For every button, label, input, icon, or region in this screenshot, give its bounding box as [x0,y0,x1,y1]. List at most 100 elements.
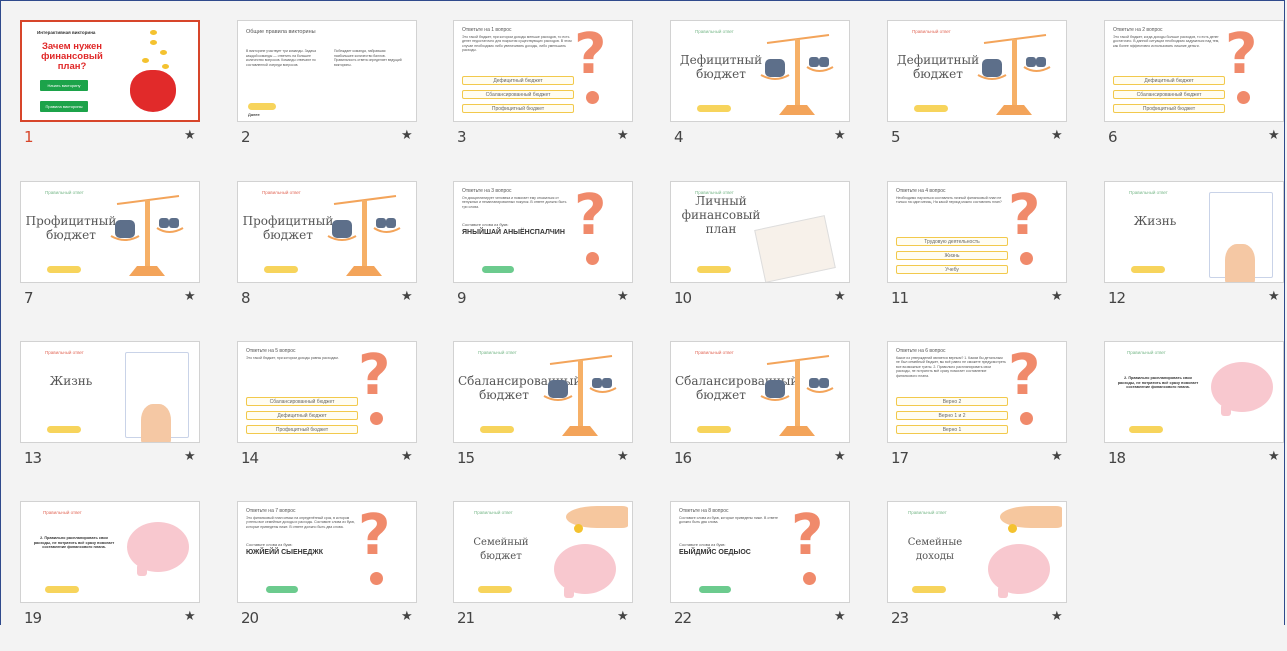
next-button[interactable] [697,266,731,273]
start-quiz-button[interactable]: Начать викторину [40,80,88,91]
slide-thumbnail-18[interactable]: Правильный ответ 2. Правильно распланиров… [1084,341,1284,491]
slide-preview[interactable]: Ответьте на 4 вопрос Необходимо научиться… [887,181,1067,283]
slide-preview[interactable]: Ответьте на 3 вопрос Он дисциплинирует че… [453,181,633,283]
slide-thumbnail-21[interactable]: Правильный ответ Семейный бюджет 21 ★ [433,501,633,651]
slide-thumbnail-9[interactable]: Ответьте на 3 вопрос Он дисциплинирует че… [433,181,633,331]
slide-thumbnail-15[interactable]: Правильный ответ Сбалансированный бюджет 1… [433,341,633,491]
next-button[interactable] [47,426,81,433]
slide-thumbnail-22[interactable]: Ответьте на 8 вопрос Составьте слова из б… [650,501,850,651]
slide-preview[interactable]: Правильный ответ Дефицитный бюджет [887,20,1067,122]
slide-preview[interactable]: Интерактивная викторина Зачем нужен финан… [20,20,200,122]
star-icon[interactable]: ★ [401,127,413,143]
slide-thumbnail-19[interactable]: Правильный ответ 2. Правильно распланиров… [0,501,200,651]
next-button[interactable] [697,105,731,112]
answer-option[interactable]: Сбалансированный бюджет [462,90,574,99]
star-icon[interactable]: ★ [617,127,629,143]
next-button[interactable] [912,586,946,593]
star-icon[interactable]: ★ [617,288,629,304]
slide-preview[interactable]: Правильный ответ Профицитный бюджет [237,181,417,283]
next-button[interactable] [697,426,731,433]
slide-thumbnail-3[interactable]: Ответьте на 1 вопрос Это такой бюджет, пр… [433,20,633,170]
star-icon[interactable]: ★ [1268,288,1280,304]
slide-thumbnail-8[interactable]: Правильный ответ Профицитный бюджет 8 ★ [217,181,417,331]
slide-preview[interactable]: Правильный ответ Жизнь [1104,181,1284,283]
slide-preview[interactable]: Правильный ответ Личный финансовый план [670,181,850,283]
star-icon[interactable]: ★ [617,608,629,624]
star-icon[interactable]: ★ [834,127,846,143]
star-icon[interactable]: ★ [834,448,846,464]
star-icon[interactable]: ★ [401,608,413,624]
slide-thumbnail-2[interactable]: Общие правила викторины В викторине участ… [217,20,417,170]
answer-option[interactable]: Учебу [896,265,1008,274]
slide-thumbnail-11[interactable]: Ответьте на 4 вопрос Необходимо научиться… [867,181,1067,331]
slide-preview[interactable]: Правильный ответ 2. Правильно распланиров… [1104,341,1284,443]
next-button[interactable]: Далее [266,586,298,600]
answer-option[interactable]: Дефицитный бюджет [462,76,574,85]
next-button[interactable] [47,266,81,273]
slide-thumbnail-6[interactable]: Ответьте на 2 вопрос Это такой бюджет, ко… [1084,20,1284,170]
slide-preview[interactable]: Правильный ответ Сбалансированный бюджет [453,341,633,443]
slide-thumbnail-13[interactable]: Правильный ответ Жизнь 13 ★ [0,341,200,491]
star-icon[interactable]: ★ [401,288,413,304]
slide-preview[interactable]: Правильный ответ Семейные доходы [887,501,1067,603]
next-button[interactable] [1129,426,1163,433]
answer-option[interactable]: Дефицитный бюджет [246,411,358,420]
next-button[interactable] [480,426,514,433]
star-icon[interactable]: ★ [401,448,413,464]
star-icon[interactable]: ★ [1051,448,1063,464]
star-icon[interactable]: ★ [184,608,196,624]
slide-preview[interactable]: Ответьте на 5 вопрос Это такой бюджет, пр… [237,341,417,443]
answer-option[interactable]: Дефицитный бюджет [1113,76,1225,85]
next-button[interactable] [914,105,948,112]
slide-preview[interactable]: Правильный ответ Семейный бюджет [453,501,633,603]
slide-preview[interactable]: Ответьте на 6 вопрос Какое из утверждений… [887,341,1067,443]
answer-option[interactable]: Профицитный бюджет [1113,104,1225,113]
star-icon[interactable]: ★ [1268,448,1280,464]
star-icon[interactable]: ★ [834,608,846,624]
slide-preview[interactable]: Общие правила викторины В викторине участ… [237,20,417,122]
slide-preview[interactable]: Правильный ответ Жизнь [20,341,200,443]
next-button[interactable] [45,586,79,593]
star-icon[interactable]: ★ [184,448,196,464]
slide-preview[interactable]: Ответьте на 8 вопрос Составьте слова из б… [670,501,850,603]
slide-thumbnail-17[interactable]: Ответьте на 6 вопрос Какое из утверждений… [867,341,1067,491]
answer-option[interactable]: Профицитный бюджет [462,104,574,113]
star-icon[interactable]: ★ [1268,127,1280,143]
slide-thumbnail-16[interactable]: Правильный ответ Сбалансированный бюджет 1… [650,341,850,491]
star-icon[interactable]: ★ [1051,608,1063,624]
star-icon[interactable]: ★ [184,288,196,304]
star-icon[interactable]: ★ [184,127,196,143]
slide-thumbnail-5[interactable]: Правильный ответ Дефицитный бюджет 5 ★ [867,20,1067,170]
slide-thumbnail-10[interactable]: Правильный ответ Личный финансовый план 10… [650,181,850,331]
next-button[interactable] [1131,266,1165,273]
answer-option[interactable]: Верно 2 [896,397,1008,406]
quiz-rules-button[interactable]: Правила викторины [40,101,88,112]
slide-preview[interactable]: Правильный ответ Профицитный бюджет [20,181,200,283]
slide-thumbnail-1[interactable]: Интерактивная викторина Зачем нужен финан… [0,20,200,170]
slide-preview[interactable]: Правильный ответ 2. Правильно распланиров… [20,501,200,603]
answer-option[interactable]: Сбалансированный бюджет [1113,90,1225,99]
answer-option[interactable]: Профицитный бюджет [246,425,358,434]
next-button[interactable]: Далее [482,266,514,280]
slide-preview[interactable]: Ответьте на 2 вопрос Это такой бюджет, ко… [1104,20,1284,122]
star-icon[interactable]: ★ [834,288,846,304]
slide-thumbnail-12[interactable]: Правильный ответ Жизнь 12 ★ [1084,181,1284,331]
star-icon[interactable]: ★ [617,448,629,464]
slide-thumbnail-20[interactable]: Ответьте на 7 вопрос Это финансовый план … [217,501,417,651]
next-button[interactable]: Далее [248,103,276,117]
slide-thumbnail-23[interactable]: Правильный ответ Семейные доходы 23 ★ [867,501,1067,651]
slide-thumbnail-7[interactable]: Правильный ответ Профицитный бюджет 7 ★ [0,181,200,331]
answer-option[interactable]: Верно 1 и 2 [896,411,1008,420]
slide-preview[interactable]: Ответьте на 7 вопрос Это финансовый план … [237,501,417,603]
next-button[interactable]: Далее [699,586,731,600]
next-button[interactable] [264,266,298,273]
slide-thumbnail-4[interactable]: Правильный ответ Дефицитный бюджет 4 ★ [650,20,850,170]
slide-preview[interactable]: Правильный ответ Дефицитный бюджет [670,20,850,122]
slide-preview[interactable]: Ответьте на 1 вопрос Это такой бюджет, пр… [453,20,633,122]
answer-option[interactable]: Трудовую деятельность [896,237,1008,246]
answer-option[interactable]: Верно 1 [896,425,1008,434]
star-icon[interactable]: ★ [1051,288,1063,304]
star-icon[interactable]: ★ [1051,127,1063,143]
answer-option[interactable]: Сбалансированный бюджет [246,397,358,406]
slide-preview[interactable]: Правильный ответ Сбалансированный бюджет [670,341,850,443]
